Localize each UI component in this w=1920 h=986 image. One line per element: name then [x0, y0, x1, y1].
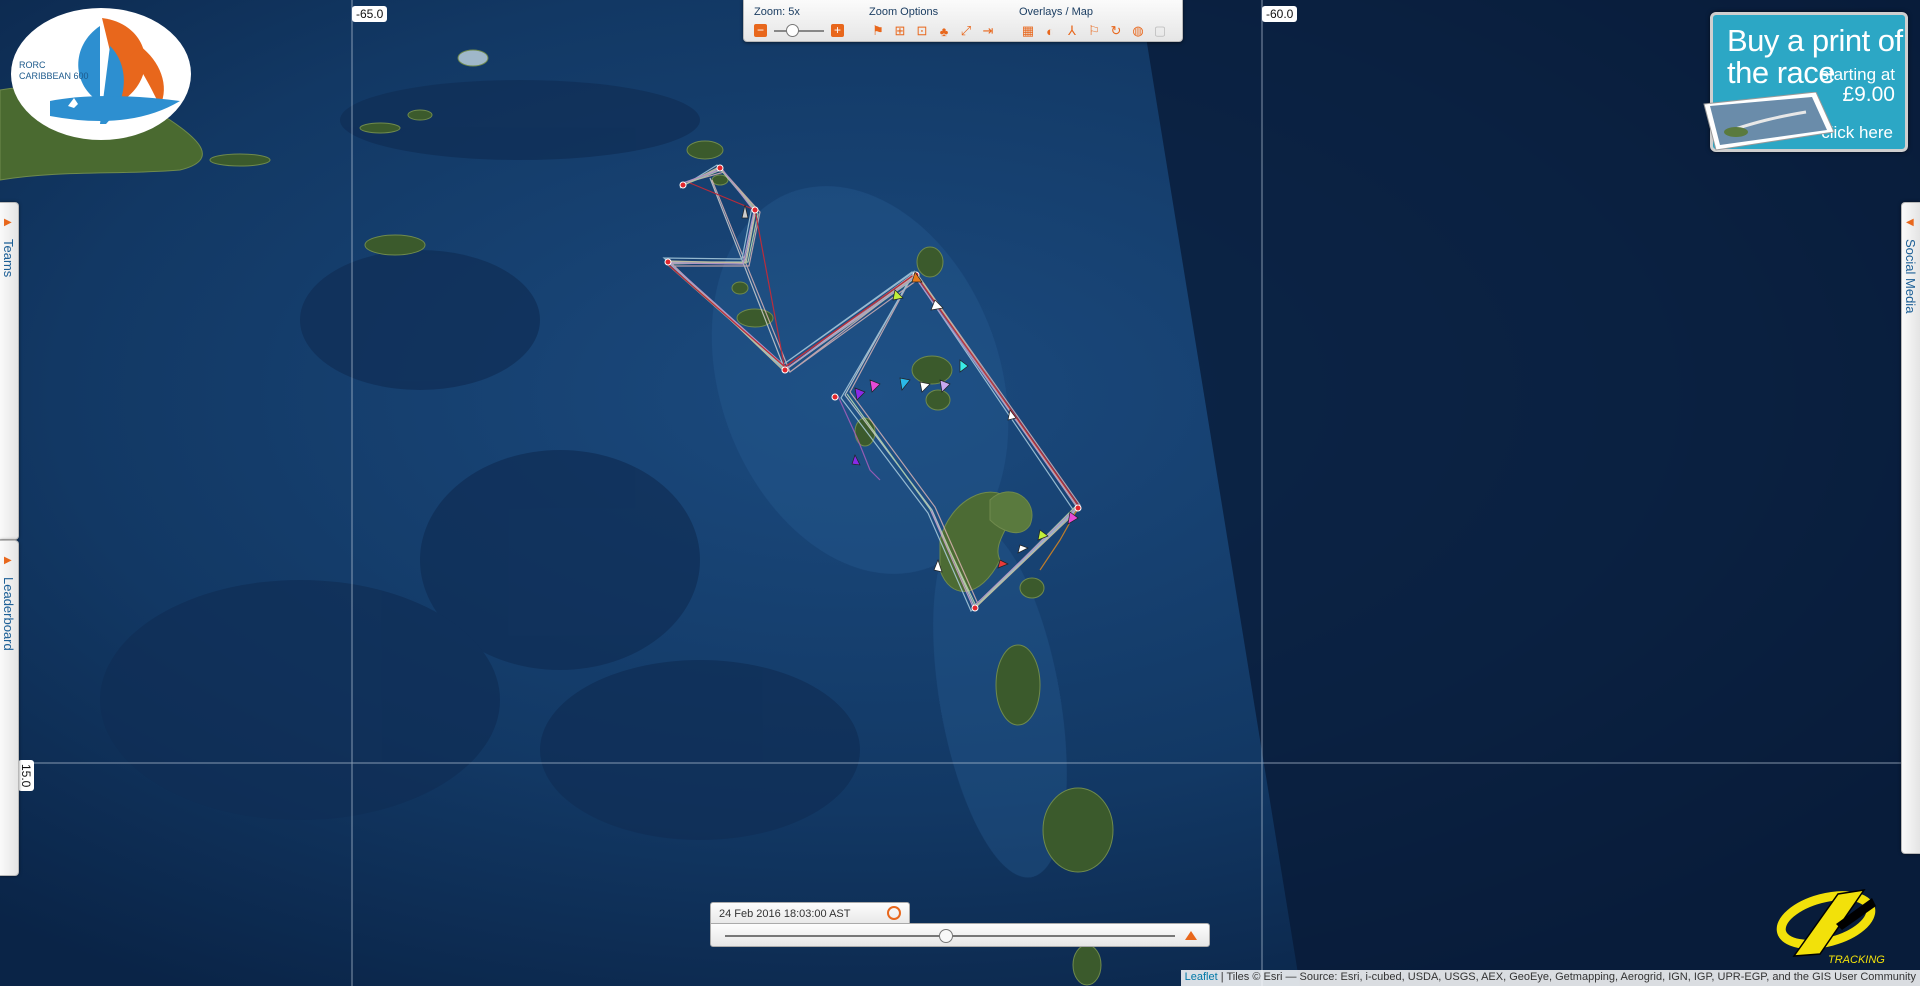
promo-starting-at: starting at — [1820, 65, 1895, 84]
social-media-tab[interactable]: ◀ Social Media — [1901, 202, 1920, 854]
logo-text: RORC CARIBBEAN 600 — [19, 60, 89, 82]
fullscreen-icon[interactable]: ⤢ — [957, 22, 975, 40]
zoom-group: Zoom: 5x − + — [754, 6, 844, 37]
contrast-icon[interactable]: ◐ — [1041, 22, 1059, 40]
zoom-level-label: Zoom: 5x — [754, 6, 800, 18]
map-attribution: Leaflet | Tiles © Esri — Source: Esri, i… — [1180, 970, 1920, 986]
teams-tab[interactable]: ▶ Teams — [0, 202, 19, 540]
flag-icon[interactable]: ⚑ — [869, 22, 887, 40]
zoom-out-button[interactable]: − — [754, 24, 767, 37]
promo-price: £9.00 — [1842, 83, 1895, 106]
latitude-label: 15.0 — [18, 760, 34, 792]
overlays-group: Overlays / Map ▦ ◐ ⅄ ⚐ ↻ ◍ ▢ — [1019, 6, 1169, 40]
wind-icon[interactable]: ⅄ — [1063, 22, 1081, 40]
buy-print-promo[interactable]: Buy a print of the race starting at £9.0… — [1703, 12, 1908, 152]
teams-tab-label: Teams — [1, 239, 16, 278]
play-icon[interactable] — [1185, 931, 1197, 940]
zoom-slider-knob[interactable] — [786, 23, 799, 37]
replay-timestamp: 24 Feb 2016 18:03:00 AST — [719, 908, 851, 920]
expand-arrow-icon: ▶ — [4, 217, 12, 228]
zoom-options-group: Zoom Options ⚑ ⊞ ⊡ ♣ ⤢ ⇥ — [869, 6, 997, 40]
grid-icon[interactable]: ▦ — [1019, 22, 1037, 40]
longitude-label-west: -65.0 — [352, 6, 388, 22]
zoom-in-button[interactable]: + — [831, 24, 844, 37]
leaflet-link[interactable]: Leaflet — [1185, 971, 1218, 983]
promo-headline-2: the race — [1727, 55, 1836, 90]
clock-icon[interactable] — [887, 906, 901, 920]
leaderboard-tab-label: Leaderboard — [1, 577, 16, 651]
map-imagery — [0, 0, 1920, 986]
print-photo-icon — [1703, 92, 1835, 151]
zoom-fit-icon[interactable]: ⊡ — [913, 22, 931, 40]
expand-arrow-icon: ▶ — [4, 555, 12, 566]
zoom-options-title: Zoom Options — [869, 6, 939, 18]
rotate-icon[interactable]: ↻ — [1107, 22, 1125, 40]
zoom-in-box-icon[interactable]: ⊞ — [891, 22, 909, 40]
map-canvas[interactable]: -65.0 -60.0 15.0 — [0, 0, 1920, 986]
yb-tracking-logo[interactable]: TRACKING — [1776, 884, 1894, 964]
social-media-tab-label: Social Media — [1903, 239, 1918, 314]
map-toolbar: Zoom: 5x − + Zoom Options ⚑ ⊞ ⊡ ♣ ⤢ ⇥ Ov… — [743, 0, 1183, 42]
logo-line-event: CARIBBEAN 600 — [19, 71, 89, 81]
globe-icon[interactable]: ◍ — [1129, 22, 1147, 40]
leaderboard-tab[interactable]: ▶ Leaderboard — [0, 540, 19, 876]
overlays-title: Overlays / Map — [1019, 6, 1093, 18]
blank-icon[interactable]: ▢ — [1151, 22, 1169, 40]
logo-line-rorc: RORC — [19, 60, 46, 70]
promo-headline-1: Buy a print of — [1727, 23, 1903, 58]
replay-timeline-knob[interactable] — [938, 929, 953, 943]
yb-tracking-text: TRACKING — [1828, 954, 1885, 964]
attribution-text: | Tiles © Esri — Source: Esri, i-cubed, … — [1217, 971, 1916, 983]
group-icon[interactable]: ♣ — [935, 22, 953, 40]
replay-slider-panel — [710, 923, 1210, 947]
fit-width-icon[interactable]: ⇥ — [979, 22, 997, 40]
flags-icon[interactable]: ⚐ — [1085, 22, 1103, 40]
zoom-slider[interactable] — [774, 23, 824, 37]
expand-arrow-icon: ◀ — [1906, 217, 1914, 228]
longitude-label-east: -60.0 — [1262, 6, 1298, 22]
replay-time-display: 24 Feb 2016 18:03:00 AST — [710, 902, 910, 924]
rorc-caribbean-600-logo[interactable]: RORC CARIBBEAN 600 — [10, 6, 192, 141]
